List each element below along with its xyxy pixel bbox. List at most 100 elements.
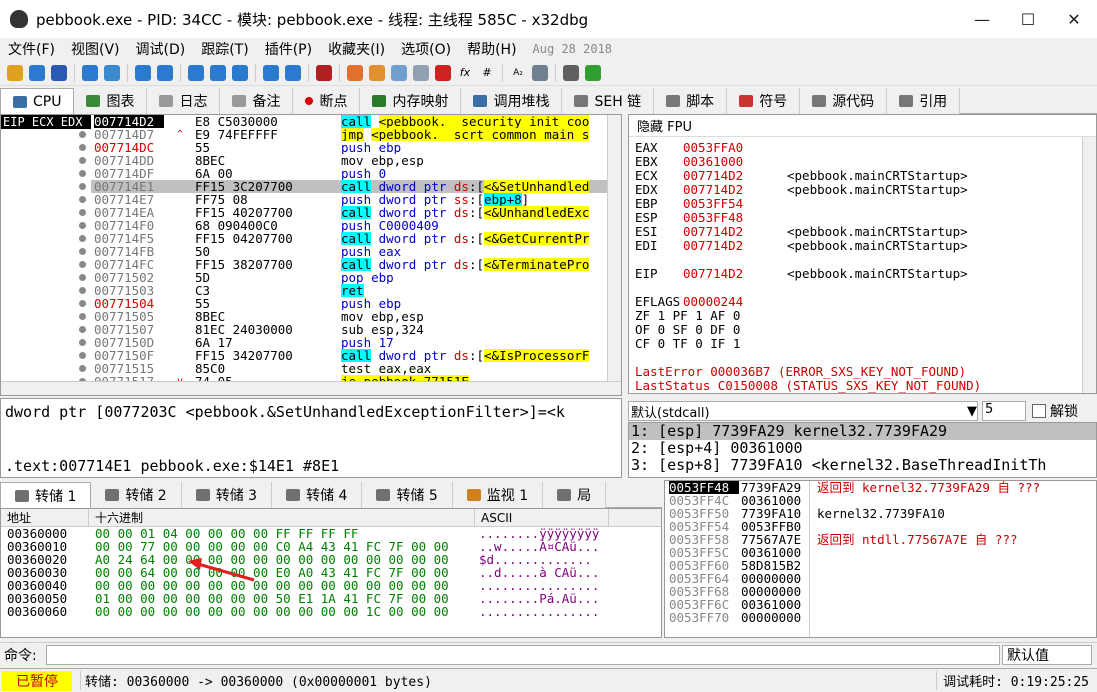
register-row[interactable]: EFLAGS 00000244 xyxy=(635,295,1075,309)
stack-row[interactable]: 0053FF68 00000000 xyxy=(665,585,1096,598)
function-icon[interactable] xyxy=(435,64,451,81)
trace-into-icon[interactable] xyxy=(188,64,204,81)
breakpoint-dot-icon[interactable] xyxy=(79,131,86,138)
stack-row[interactable]: 0053FF60 58D815B2 xyxy=(665,559,1096,572)
menu-file[interactable]: 文件(F) xyxy=(0,39,63,59)
register-row[interactable]: EIP 007714D2 <pebbook.mainCRTStartup> xyxy=(635,267,1075,281)
tab-symbols[interactable]: 符号 xyxy=(727,88,801,114)
instruction-row[interactable]: 007714F5 FF15 04207700 call dword ptr ds:[… xyxy=(91,232,611,245)
stack-row[interactable]: 0053FF48 7739FA29 返回到 kernel32.7739FA29 自 … xyxy=(665,481,1096,494)
execute-till-return-icon[interactable] xyxy=(232,64,248,81)
registers-scrollbar[interactable] xyxy=(1082,137,1096,393)
breakpoint-dot-icon[interactable] xyxy=(79,313,86,320)
register-row[interactable]: ESP 0053FF48 xyxy=(635,211,1075,225)
instruction-row[interactable]: 007714FB 50 push eax xyxy=(91,245,611,258)
menu-debug[interactable]: 调试(D) xyxy=(128,39,194,59)
calling-convention-select[interactable]: 默认(stdcall) ▼ xyxy=(628,401,978,421)
instruction-row[interactable]: 00771503 C3 ret xyxy=(91,284,611,297)
instruction-row[interactable]: 007714DF 6A 00 push 0 xyxy=(91,167,611,180)
stack-row[interactable]: 0053FF70 00000000 xyxy=(665,611,1096,624)
tab-breakpoints[interactable]: 断点 xyxy=(293,88,361,114)
instruction-row[interactable]: 007714D2 E8 C5030000 call <pebbook.__secur… xyxy=(91,115,611,128)
tab-call-stack[interactable]: 调用堆栈 xyxy=(461,88,563,114)
registers-panel[interactable]: 隐藏 FPU EAX 0053FFA0 EBX 00361000 ECX 007714D2… xyxy=(628,114,1097,394)
breakpoint-dot-icon[interactable] xyxy=(79,144,86,151)
hash-icon[interactable]: # xyxy=(479,65,495,81)
tab-source[interactable]: 源代码 xyxy=(800,88,888,114)
hide-fpu-button[interactable]: 隐藏 FPU xyxy=(629,115,1096,137)
dump-row[interactable]: 00360060 00 00 00 00 00 00 00 00 00 00 00… xyxy=(1,605,661,618)
menu-plugins[interactable]: 插件(P) xyxy=(257,39,320,59)
maximize-button[interactable]: ☐ xyxy=(1005,0,1051,38)
instruction-row[interactable]: 00771515 85C0 test eax,eax xyxy=(91,362,611,375)
argument-row[interactable]: 1: [esp] 7739FA29 kernel32.7739FA29 xyxy=(629,423,1096,440)
register-row[interactable]: ECX 007714D2 <pebbook.mainCRTStartup> xyxy=(635,169,1075,183)
run-icon[interactable] xyxy=(82,64,98,81)
breakpoint-dot-icon[interactable] xyxy=(79,365,86,372)
tab-dump-6[interactable]: 监视 1 xyxy=(452,482,544,508)
instruction-row[interactable]: 00771507 81EC 24030000 sub esp,324 xyxy=(91,323,611,336)
register-row[interactable]: ESI 007714D2 <pebbook.mainCRTStartup> xyxy=(635,225,1075,239)
stop-icon[interactable] xyxy=(51,64,67,81)
stack-row[interactable]: 0053FF58 77567A7E 返回到 ntdll.77567A7E 自 ??? xyxy=(665,533,1096,546)
stack-view[interactable]: 0053FF48 7739FA29 返回到 kernel32.7739FA29 自 … xyxy=(664,480,1097,638)
stack-row[interactable]: 0053FF50 7739FA10 kernel32.7739FA10 xyxy=(665,507,1096,520)
breakpoint-dot-icon[interactable] xyxy=(79,352,86,359)
command-input[interactable] xyxy=(46,644,1000,665)
menu-trace[interactable]: 跟踪(T) xyxy=(193,39,256,59)
register-row[interactable]: EBX 00361000 xyxy=(635,155,1075,169)
breakpoint-dot-icon[interactable] xyxy=(79,157,86,164)
register-row[interactable] xyxy=(635,253,1075,267)
instruction-row[interactable]: 007714DD 8BEC mov ebp,esp xyxy=(91,154,611,167)
step-over-icon[interactable] xyxy=(157,64,173,81)
register-row[interactable]: EDX 007714D2 <pebbook.mainCRTStartup> xyxy=(635,183,1075,197)
breakpoint-dot-icon[interactable] xyxy=(79,300,86,307)
instruction-row[interactable]: 007714DC 55 push ebp xyxy=(91,141,611,154)
stack-row[interactable]: 0053FF64 00000000 xyxy=(665,572,1096,585)
instruction-row[interactable]: 007714F0 68 090400C0 push C0000409 xyxy=(91,219,611,232)
tab-dump-1[interactable]: 转储 1 xyxy=(0,482,92,508)
breakpoint-dot-icon[interactable] xyxy=(79,274,86,281)
instruction-row[interactable]: 00771505 8BEC mov ebp,esp xyxy=(91,310,611,323)
tab-dump-3[interactable]: 转储 3 xyxy=(181,482,273,508)
comment-icon[interactable] xyxy=(369,64,385,81)
tab-dump-5[interactable]: 转储 5 xyxy=(362,482,453,508)
tab-dump-2[interactable]: 转储 2 xyxy=(91,482,182,508)
menu-favourites[interactable]: 收藏夹(I) xyxy=(320,39,393,59)
register-row[interactable]: EAX 0053FFA0 xyxy=(635,141,1075,155)
register-row[interactable]: EDI 007714D2 <pebbook.mainCRTStartup> xyxy=(635,239,1075,253)
calculator-icon[interactable] xyxy=(563,64,579,81)
argument-row[interactable]: 2: [esp+4] 00361000 xyxy=(629,440,1096,457)
fx-icon[interactable]: fx xyxy=(457,65,473,81)
close-button[interactable]: ✕ xyxy=(1051,0,1097,38)
argument-row[interactable]: 3: [esp+8] 7739FA10 <kernel32.BaseThread… xyxy=(629,457,1096,474)
step-into-icon[interactable] xyxy=(135,64,151,81)
breakpoint-dot-icon[interactable] xyxy=(79,170,86,177)
instruction-row[interactable]: 0077150D 6A 17 push 17 xyxy=(91,336,611,349)
script-icon[interactable] xyxy=(316,64,332,81)
instruction-row[interactable]: 00771504 55 push ebp xyxy=(91,297,611,310)
disassembly-horizontal-scrollbar[interactable] xyxy=(1,381,621,395)
tab-script[interactable]: 脚本 xyxy=(654,88,728,114)
stack-row[interactable]: 0053FF6C 00361000 xyxy=(665,598,1096,611)
restart-icon[interactable] xyxy=(29,64,45,81)
tab-cpu[interactable]: CPU xyxy=(0,88,75,114)
command-mode-select[interactable]: 默认值 xyxy=(1002,644,1092,665)
breakpoint-dot-icon[interactable] xyxy=(79,287,86,294)
instruction-row[interactable]: 007714D7 ^ E9 74FEFFFF jmp <pebbook.__scrt_… xyxy=(91,128,611,141)
strings-icon[interactable]: A₂ xyxy=(510,65,526,81)
tab-memory-map[interactable]: 内存映射 xyxy=(360,88,462,114)
run-to-user-code-icon[interactable] xyxy=(263,64,279,81)
breakpoint-dot-icon[interactable] xyxy=(79,235,86,242)
tab-references[interactable]: 引用 xyxy=(887,88,961,114)
instruction-row[interactable]: 0077150F FF15 34207700 call dword ptr ds:[… xyxy=(91,349,611,362)
patch-icon[interactable] xyxy=(347,64,363,81)
menu-view[interactable]: 视图(V) xyxy=(63,39,128,59)
disassembly-vertical-scrollbar[interactable] xyxy=(607,115,621,383)
register-row[interactable]: EBP 0053FF54 xyxy=(635,197,1075,211)
tab-seh-chain[interactable]: SEH 链 xyxy=(562,88,655,114)
minimize-button[interactable]: — xyxy=(959,0,1005,38)
arguments-panel[interactable]: 1: [esp] 7739FA29 kernel32.7739FA29 2: [… xyxy=(628,422,1097,478)
menu-help[interactable]: 帮助(H) xyxy=(459,39,524,59)
dump-view[interactable]: 地址 十六进制 ASCII 00360000 00 00 01 04 00 00 … xyxy=(0,508,662,638)
